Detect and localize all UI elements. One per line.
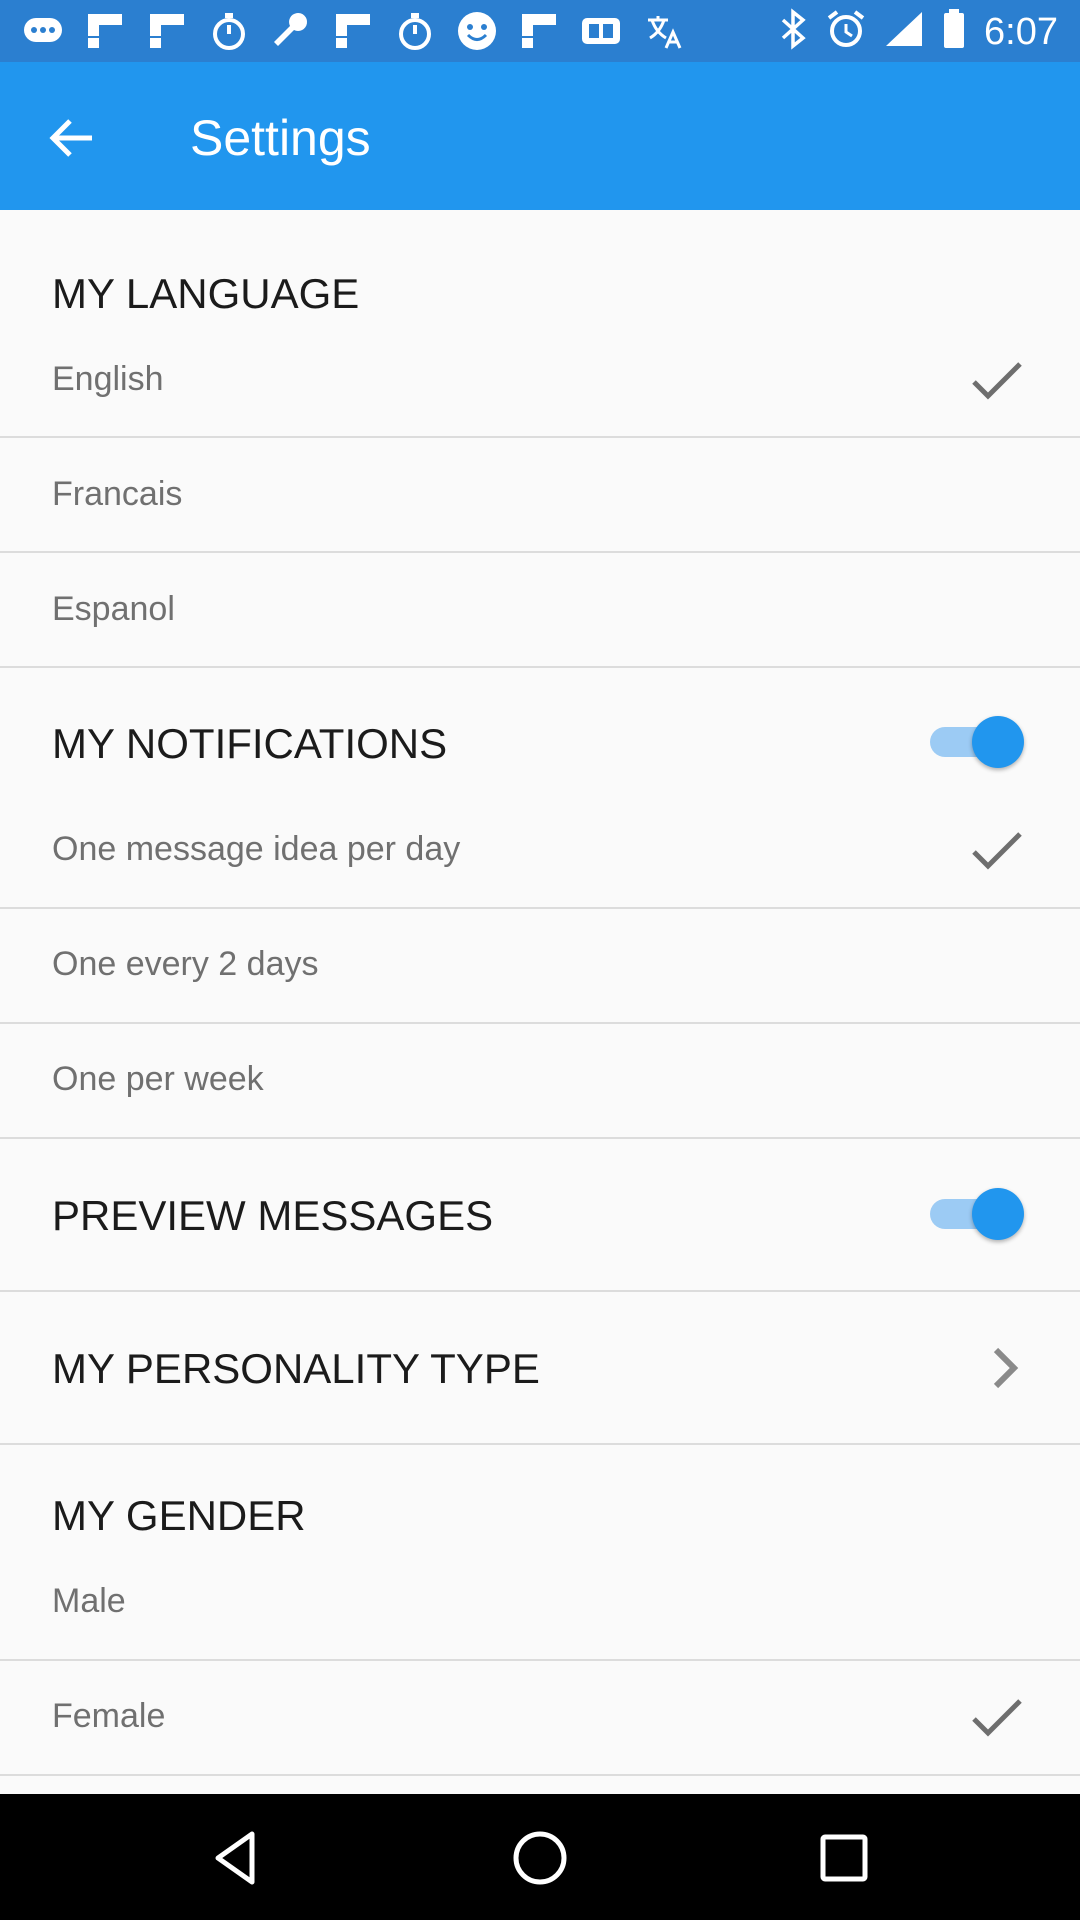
system-status: 6:07 [778, 8, 1058, 55]
checkmark-icon [972, 832, 1022, 870]
language-option-label: Espanol [52, 590, 175, 628]
divider [0, 666, 1080, 668]
preview-messages-label: PREVIEW MESSAGES [52, 1192, 494, 1239]
divider [0, 1290, 1080, 1292]
bluetooth-icon [778, 8, 808, 55]
flipboard-icon [332, 10, 374, 52]
toggle-knob [972, 1188, 1024, 1240]
divider [0, 1137, 1080, 1139]
navigation-bar [0, 1794, 1080, 1920]
flipboard-icon [518, 10, 560, 52]
status-bar: 6:07 [0, 0, 1080, 62]
gender-option-label: Male [52, 1582, 126, 1620]
toggle-knob [972, 716, 1024, 768]
notifications-toggle[interactable] [928, 712, 1024, 772]
nav-back-button[interactable] [200, 1822, 272, 1894]
wrench-icon [270, 10, 312, 52]
alarm-icon [826, 8, 866, 55]
divider [0, 1774, 1080, 1776]
notifications-section-header: MY NOTIFICATIONS [52, 720, 448, 767]
preview-messages-toggle[interactable] [928, 1184, 1024, 1244]
nav-home-button[interactable] [504, 1822, 576, 1894]
gender-option-label: Female [52, 1697, 166, 1735]
flipboard-icon [84, 10, 126, 52]
smiley-icon [456, 10, 498, 52]
language-option-label: Francais [52, 475, 183, 513]
qt-app-icon [580, 10, 622, 52]
arrow-back-icon [49, 119, 92, 157]
back-triangle-icon [215, 1831, 255, 1885]
notification-option-label: One message idea per day [52, 830, 461, 868]
settings-list[interactable]: MY LANGUAGE English Francais Espanol MY … [0, 210, 1080, 1794]
divider [0, 436, 1080, 438]
signal-icon [884, 8, 924, 55]
flipboard-icon [146, 10, 188, 52]
notification-icons [22, 10, 684, 52]
recents-square-icon [820, 1834, 868, 1882]
translate-icon [642, 10, 684, 52]
language-option-label: English [52, 360, 164, 398]
divider [0, 1022, 1080, 1024]
gender-section-header: MY GENDER [52, 1492, 306, 1539]
nav-recents-button[interactable] [808, 1822, 880, 1894]
divider [0, 1443, 1080, 1445]
divider [0, 907, 1080, 909]
battery-icon [942, 8, 966, 55]
app-bar: Settings [0, 62, 1080, 210]
divider [0, 551, 1080, 553]
chat-bubbles-icon [22, 10, 64, 52]
stopwatch-icon [208, 10, 250, 52]
stopwatch-icon [394, 10, 436, 52]
checkmark-icon [972, 362, 1022, 400]
checkmark-icon [972, 1699, 1022, 1737]
chevron-right-icon [993, 1347, 1019, 1389]
notification-option-label: One per week [52, 1060, 264, 1098]
notification-option-label: One every 2 days [52, 945, 319, 983]
personality-type-label: MY PERSONALITY TYPE [52, 1345, 540, 1392]
home-circle-icon [513, 1831, 567, 1885]
back-button[interactable] [40, 106, 104, 170]
language-section-header: MY LANGUAGE [52, 270, 360, 317]
page-title: Settings [190, 110, 371, 166]
clock: 6:07 [984, 10, 1058, 53]
divider [0, 1659, 1080, 1661]
